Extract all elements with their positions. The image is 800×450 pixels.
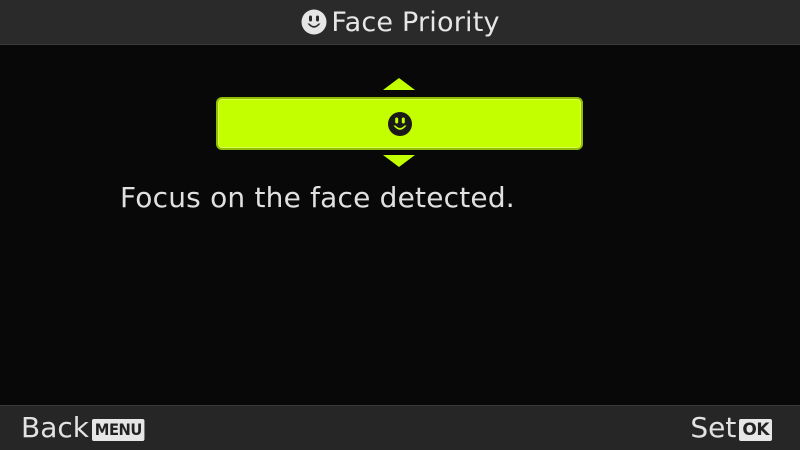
title-bar: Face Priority — [0, 0, 800, 45]
ok-key-badge: OK — [739, 419, 772, 441]
camera-menu-screen: Face Priority Focus on the face detected… — [0, 0, 800, 450]
set-button[interactable]: Set OK — [690, 412, 772, 444]
menu-key-badge: MENU — [91, 419, 145, 441]
triangle-up-icon[interactable] — [383, 78, 415, 90]
back-label: Back — [21, 411, 89, 444]
face-icon — [300, 8, 328, 36]
triangle-down-icon[interactable] — [383, 155, 415, 167]
page-title: Face Priority — [331, 6, 500, 38]
back-button[interactable]: Back MENU — [21, 412, 149, 444]
option-description: Focus on the face detected. — [120, 181, 515, 214]
face-icon — [386, 110, 414, 138]
face-priority-option-selected[interactable] — [216, 97, 583, 150]
bottom-bar: Back MENU Set OK — [0, 405, 800, 450]
set-label: Set — [690, 411, 737, 444]
title-group: Face Priority — [300, 7, 499, 38]
